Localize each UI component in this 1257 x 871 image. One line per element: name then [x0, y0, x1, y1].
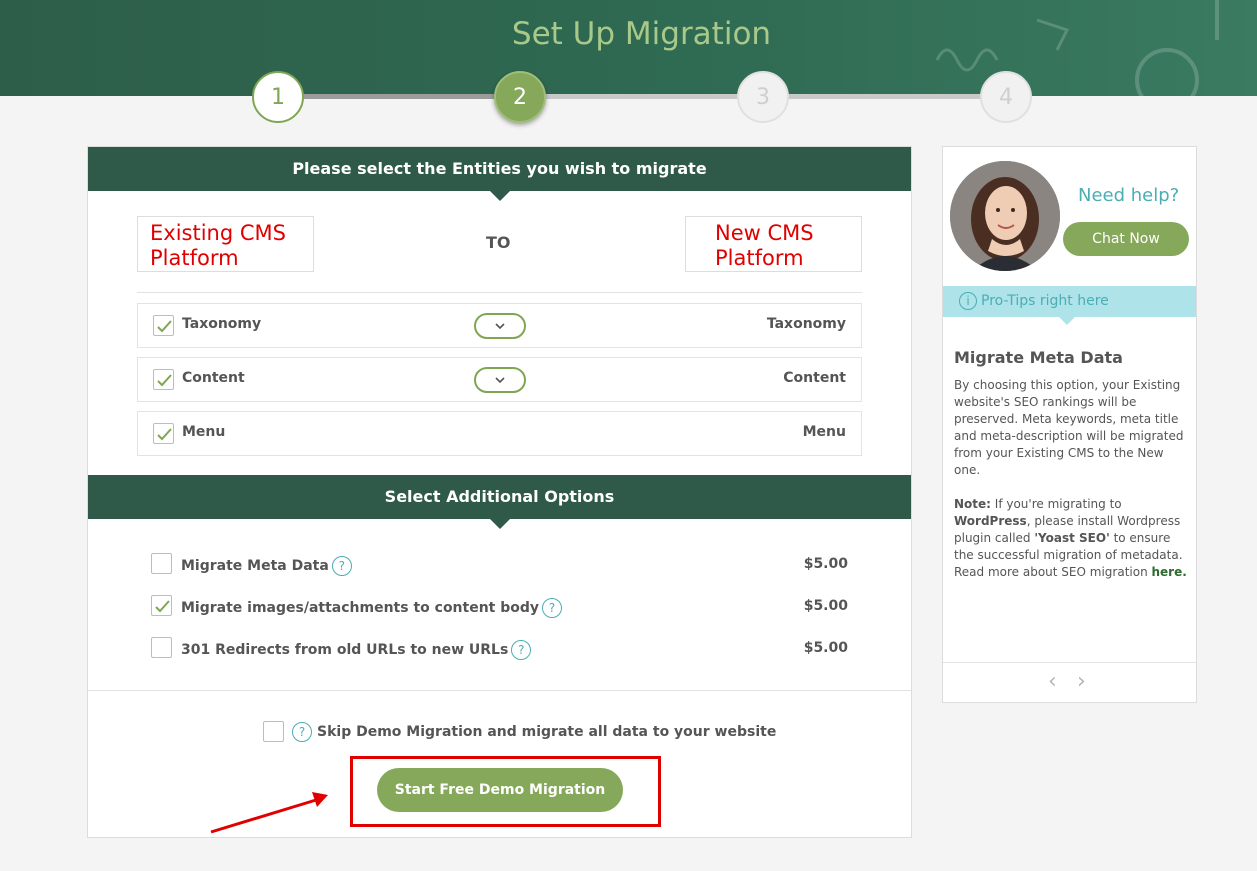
- need-help-label: Need help?: [1078, 185, 1180, 206]
- chevron-right-icon[interactable]: ›: [1077, 669, 1086, 694]
- entity-source-label: Menu: [182, 424, 226, 440]
- divider: [137, 292, 862, 293]
- checkmark-icon: [157, 320, 172, 333]
- skip-demo-row: ? Skip Demo Migration and migrate all da…: [263, 721, 776, 745]
- note-text: If you're migrating to: [990, 497, 1122, 511]
- question-icon[interactable]: ?: [292, 722, 312, 742]
- tip-paragraph: By choosing this option, your Existing w…: [954, 378, 1184, 477]
- to-label: TO: [486, 233, 511, 252]
- tip-note: Note: If you're migrating to WordPress, …: [954, 496, 1190, 581]
- step-3: 3: [737, 71, 789, 123]
- entity-row-taxonomy: Taxonomy Taxonomy: [137, 303, 862, 348]
- chat-now-button[interactable]: Chat Now: [1063, 222, 1189, 256]
- read-more-text: Read more about SEO migration: [954, 565, 1152, 579]
- question-icon[interactable]: ?: [511, 640, 532, 660]
- option-label: 301 Redirects from old URLs to new URLs?: [181, 640, 532, 660]
- info-icon: i: [959, 292, 977, 310]
- entity-row-menu: Menu Menu: [137, 411, 862, 456]
- option-price: $5.00: [803, 598, 848, 614]
- start-demo-button[interactable]: Start Free Demo Migration: [377, 768, 623, 812]
- option-label: Migrate images/attachments to content bo…: [181, 598, 563, 618]
- checkmark-icon: [157, 428, 172, 441]
- entity-source-label: Content: [182, 370, 245, 386]
- entity-mapping-toggle[interactable]: [474, 313, 526, 339]
- options-heading: Select Additional Options: [88, 475, 911, 529]
- skip-demo-label: Skip Demo Migration and migrate all data…: [317, 724, 777, 740]
- note-wordpress: WordPress: [954, 514, 1027, 528]
- option-price: $5.00: [803, 640, 848, 656]
- redirects-checkbox[interactable]: [151, 637, 172, 658]
- checkmark-icon: [157, 374, 172, 387]
- progress-stepper: 1 2 3 4: [0, 70, 1257, 124]
- avatar: [950, 161, 1060, 271]
- step-1[interactable]: 1: [252, 71, 304, 123]
- menu-checkbox[interactable]: [153, 423, 174, 444]
- option-label: Migrate Meta Data?: [181, 556, 352, 576]
- option-images: Migrate images/attachments to content bo…: [151, 595, 848, 619]
- page-title: Set Up Migration: [511, 16, 772, 52]
- entity-target-label: Menu: [802, 424, 846, 440]
- note-label: Note:: [954, 497, 991, 511]
- tip-body: By choosing this option, your Existing w…: [954, 377, 1190, 598]
- taxonomy-checkbox[interactable]: [153, 315, 174, 336]
- option-redirects: 301 Redirects from old URLs to new URLs?…: [151, 637, 848, 661]
- entities-heading: Please select the Entities you wish to m…: [88, 147, 911, 201]
- entity-row-content: Content Content: [137, 357, 862, 402]
- entity-target-label: Content: [783, 370, 846, 386]
- support-agent-photo: [950, 161, 1060, 271]
- content-checkbox[interactable]: [153, 369, 174, 390]
- step-2[interactable]: 2: [494, 71, 546, 123]
- chevron-down-icon: [495, 323, 505, 330]
- source-platform-box: Existing CMS Platform: [137, 216, 314, 272]
- target-platform-box: New CMS Platform: [685, 216, 862, 272]
- annotation-arrow: [210, 792, 328, 834]
- migration-panel: Please select the Entities you wish to m…: [87, 146, 912, 838]
- tip-title: Migrate Meta Data: [954, 348, 1123, 367]
- step-4: 4: [980, 71, 1032, 123]
- meta-data-checkbox[interactable]: [151, 553, 172, 574]
- option-price: $5.00: [803, 556, 848, 572]
- entity-source-label: Taxonomy: [182, 316, 262, 332]
- entity-mapping-toggle[interactable]: [474, 367, 526, 393]
- note-plugin: 'Yoast SEO': [1034, 531, 1110, 545]
- chevron-down-icon: [495, 377, 505, 384]
- divider: [943, 662, 1196, 663]
- divider: [88, 690, 911, 691]
- here-link[interactable]: here.: [1152, 565, 1187, 579]
- chevron-left-icon[interactable]: ‹: [1048, 669, 1057, 694]
- option-text: 301 Redirects from old URLs to new URLs: [181, 642, 509, 658]
- question-icon[interactable]: ?: [542, 598, 563, 618]
- skip-demo-checkbox[interactable]: [263, 721, 284, 742]
- pro-tips-banner: i Pro-Tips right here: [943, 286, 1196, 325]
- option-text: Migrate Meta Data: [181, 558, 329, 574]
- checkmark-icon: [155, 600, 170, 613]
- help-sidebar: Need help? Chat Now i Pro-Tips right here…: [942, 146, 1197, 703]
- option-text: Migrate images/attachments to content bo…: [181, 600, 540, 616]
- option-meta-data: Migrate Meta Data? $5.00: [151, 553, 848, 577]
- stepper-track-complete: [278, 94, 520, 99]
- entity-target-label: Taxonomy: [766, 316, 846, 332]
- images-checkbox[interactable]: [151, 595, 172, 616]
- pro-tips-label: Pro-Tips right here: [981, 293, 1109, 309]
- question-icon[interactable]: ?: [331, 556, 352, 576]
